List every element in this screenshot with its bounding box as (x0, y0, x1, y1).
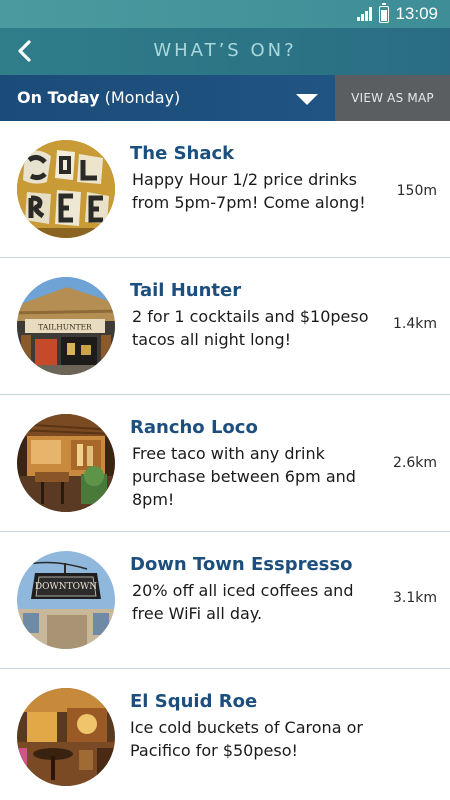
venue-distance: 2.6km (392, 455, 437, 471)
venue-photo: TAILHUNTER (17, 277, 115, 375)
filter-bar: On Today (Monday) VIEW AS MAP (0, 75, 450, 121)
venue-description: Free taco with any drink purchase betwee… (132, 444, 356, 509)
venue-name: The Shack (130, 143, 235, 164)
venue-photo (17, 688, 115, 786)
venue-description: Happy Hour 1/2 price drinks from 5pm-7pm… (132, 170, 366, 212)
sign-text: DOWNTOWN (35, 582, 97, 592)
venue-item-down-town-esspresso[interactable]: DOWNTOWN Down Town Esspresso 20% off all… (0, 532, 450, 669)
battery-icon (379, 2, 390, 23)
venue-distance: 1.4km (392, 316, 437, 332)
status-icons: 13:09 (357, 2, 438, 24)
triangle-down-icon (296, 94, 318, 105)
venue-photo (17, 414, 115, 512)
venue-photo (17, 140, 115, 238)
venue-photo: DOWNTOWN (17, 551, 115, 649)
day-selector-text: On Today (Monday) (17, 88, 180, 107)
venue-name: El Squid Roe (130, 691, 258, 712)
venue-item-the-shack[interactable]: The Shack Happy Hour 1/2 price drinks fr… (0, 121, 450, 258)
status-bar: 13:09 (0, 0, 450, 28)
venue-description: Ice cold buckets of Carona or Pacifico f… (130, 718, 363, 760)
venue-distance: 150m (396, 183, 437, 199)
venue-name: Down Town Esspresso (130, 554, 353, 575)
venue-distance: 3.1km (392, 590, 437, 606)
venue-description: 20% off all iced coffees and free WiFi a… (132, 581, 354, 623)
venue-item-el-squid-roe[interactable]: El Squid Roe Ice cold buckets of Carona … (0, 669, 450, 800)
app-bar: WHAT’S ON? (0, 28, 450, 75)
day-value: (Monday) (104, 88, 181, 107)
day-label: On Today (17, 88, 100, 107)
venue-name: Rancho Loco (130, 417, 258, 438)
venue-list: The Shack Happy Hour 1/2 price drinks fr… (0, 121, 450, 800)
venue-description: 2 for 1 cocktails and $10peso tacos all … (132, 307, 369, 349)
venue-name: Tail Hunter (130, 280, 242, 301)
venue-item-rancho-loco[interactable]: Rancho Loco Free taco with any drink pur… (0, 395, 450, 532)
page-title: WHAT’S ON? (153, 40, 297, 61)
day-selector[interactable]: On Today (Monday) (0, 75, 335, 121)
venue-item-tail-hunter[interactable]: TAILHUNTER Tail Hunter 2 for 1 cocktails… (0, 258, 450, 395)
status-time: 13:09 (395, 4, 438, 23)
sign-text: TAILHUNTER (38, 323, 92, 332)
view-as-map-button[interactable]: VIEW AS MAP (335, 75, 450, 121)
signal-icon (357, 7, 373, 21)
